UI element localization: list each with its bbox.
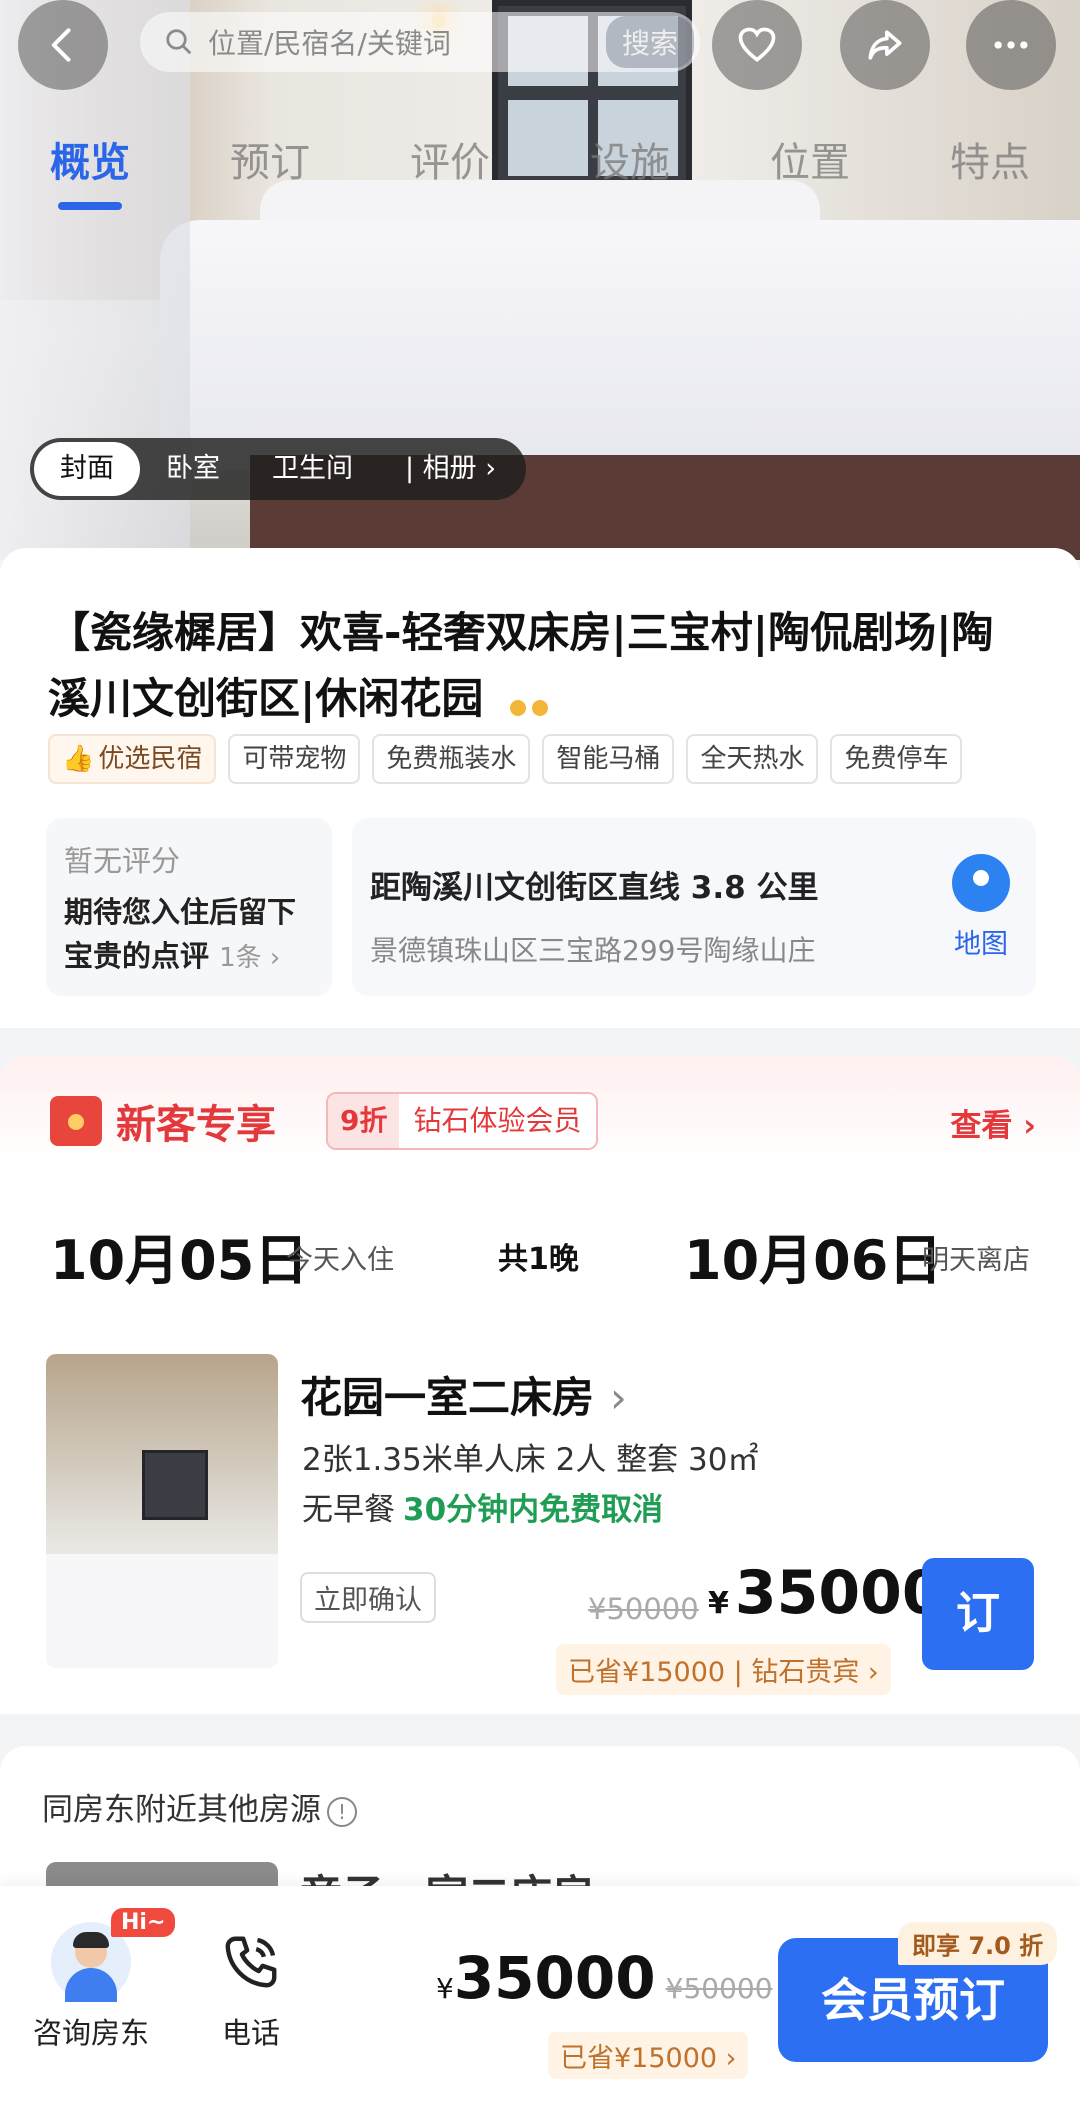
rating-prompt: 期待您入住后留下宝贵的点评 1条 › (64, 890, 314, 980)
tab-location[interactable]: 位置 (720, 130, 900, 210)
review-count[interactable]: 1条 › (219, 943, 280, 973)
map-button[interactable]: 地图 (946, 854, 1016, 961)
bottom-saving[interactable]: 已省¥15000 › (548, 2032, 749, 2079)
rating-dots-icon (509, 669, 554, 735)
favorite-button[interactable] (712, 0, 802, 90)
phone-icon (211, 1922, 291, 2002)
host-avatar-icon: Hi~ (51, 1908, 176, 2002)
bottom-original-price: ¥50000 (665, 1972, 773, 2005)
contact-host-label: 咨询房东 (32, 2016, 149, 2050)
tag-hot-water: 全天热水 (686, 734, 819, 784)
room-cancel-policy: 30分钟内免费取消 (403, 1492, 664, 1528)
map-pin-icon (952, 854, 1010, 912)
checkout-note: 明天离店 (922, 1245, 1030, 1276)
listing-title: 【瓷缘樨居】欢喜-轻奢双床房|三宝村|陶侃剧场|陶溪川文创街区|休闲花园 (48, 600, 1008, 735)
more-button[interactable] (966, 0, 1056, 90)
tab-overview[interactable]: 概览 (0, 130, 180, 210)
promo-card: 新客专享 9折 钻石体验会员 查看 › 10月05日 今天入住 共1晚 10月0… (0, 1056, 1080, 1316)
room-policy: 无早餐 30分钟内免费取消 (302, 1484, 663, 1529)
promo-discount-badge: 9折 钻石体验会员 (326, 1092, 598, 1150)
photo-category-switcher: 封面 卧室 卫生间 | 相册 › (30, 438, 527, 500)
checkout-date[interactable]: 10月06日 (684, 1216, 942, 1295)
location-address: 景德镇珠山区三宝路299号陶缘山庄 (370, 934, 816, 967)
bottom-action-bar: Hi~ 咨询房东 电话 ¥35000 ¥50000 已省¥15000 › 会员预订… (0, 1886, 1080, 2108)
heart-icon (738, 27, 776, 62)
back-button[interactable] (18, 0, 108, 90)
tab-features[interactable]: 特点 (900, 130, 1080, 210)
share-button[interactable] (840, 0, 930, 90)
photo-cat-bathroom[interactable]: 卫生间 (246, 442, 379, 496)
bottom-currency: ¥ (436, 1972, 454, 2005)
map-label: 地图 (954, 929, 1008, 960)
tag-pets: 可带宠物 (228, 734, 361, 784)
room-specs: 2张1.35米单人床 2人 整套 30㎡ (302, 1442, 759, 1478)
photo-cat-bedroom[interactable]: 卧室 (140, 442, 246, 496)
location-distance: 距陶溪川文创街区直线 3.8 公里 (370, 870, 819, 906)
room-original-price: ¥50000 (588, 1592, 699, 1626)
section-tabs: 概览 预订 评价 设施 位置 特点 (0, 130, 1080, 210)
listing-tags: 👍 优选民宿 可带宠物 免费瓶装水 智能马桶 全天热水 免费停车 (48, 734, 963, 784)
listing-info-card: 【瓷缘樨居】欢喜-轻奢双床房|三宝村|陶侃剧场|陶溪川文创街区|休闲花园 👍 优… (0, 548, 1080, 1028)
info-icon[interactable]: ! (327, 1796, 357, 1827)
more-icon (994, 41, 1028, 49)
promo-title: 新客专享 (116, 1102, 276, 1148)
instant-confirm-badge: 立即确认 (300, 1572, 436, 1623)
room-card[interactable]: 花园一室二床房 › 2张1.35米单人床 2人 整套 30㎡ 无早餐 30分钟内免费… (0, 1314, 1080, 1714)
contact-host-button[interactable]: Hi~ 咨询房东 (26, 1908, 176, 2052)
room-price: ¥35000 (708, 1558, 944, 1628)
tag-water: 免费瓶装水 (372, 734, 531, 784)
room-saving[interactable]: 已省¥15000 | 钻石贵宾 › (556, 1644, 891, 1695)
room-name[interactable]: 花园一室二床房 › (300, 1364, 627, 1425)
search-bar[interactable]: 位置/民宿名/关键词 搜索 (140, 12, 700, 72)
search-placeholder: 位置/民宿名/关键词 (208, 27, 451, 60)
photo-cat-album[interactable]: | 相册 › (379, 442, 522, 496)
tab-reviews[interactable]: 评价 (360, 130, 540, 210)
room-currency: ¥ (708, 1586, 729, 1621)
tab-booking[interactable]: 预订 (180, 130, 360, 210)
tag-smart-toilet: 智能马桶 (542, 734, 675, 784)
bottom-price: ¥35000 ¥50000 (436, 1944, 773, 2012)
red-envelope-icon (50, 1096, 102, 1146)
tag-parking: 免费停车 (830, 734, 963, 784)
rating-box[interactable]: 暂无评分 期待您入住后留下宝贵的点评 1条 › (46, 818, 332, 996)
room-book-button[interactable]: 订 (922, 1558, 1034, 1670)
room-thumbnail[interactable] (46, 1354, 278, 1668)
hi-badge: Hi~ (111, 1908, 176, 1937)
top-bar: 位置/民宿名/关键词 搜索 (0, 0, 1080, 110)
location-box[interactable]: 距陶溪川文创街区直线 3.8 公里 景德镇珠山区三宝路299号陶缘山庄 地图 (352, 818, 1036, 996)
back-icon (51, 28, 71, 62)
promo-view-link[interactable]: 查看 › (950, 1100, 1036, 1145)
promo-discount: 9折 (328, 1094, 400, 1148)
bottom-price-value: 35000 (453, 1944, 656, 2012)
phone-label: 电话 (221, 2016, 280, 2050)
checkin-note: 今天入住 (286, 1245, 394, 1276)
other-listings-title: 同房东附近其他房源! (42, 1784, 357, 1829)
promo-member-level: 钻石体验会员 (399, 1094, 596, 1148)
discount-badge: 即享 7.0 折 (898, 1922, 1058, 1965)
phone-button[interactable]: 电话 (196, 1922, 306, 2052)
date-selector[interactable]: 10月05日 今天入住 共1晚 10月06日 明天离店 (50, 1216, 1040, 1292)
room-meal: 无早餐 (302, 1492, 395, 1528)
photo-cat-cover[interactable]: 封面 (34, 442, 140, 496)
room-price-value: 35000 (734, 1558, 944, 1628)
tag-preferred[interactable]: 👍 优选民宿 (48, 734, 217, 784)
chevron-right-icon: › (610, 1373, 627, 1422)
thumbs-up-icon: 👍 (62, 744, 95, 774)
checkin-date[interactable]: 10月05日 (50, 1216, 308, 1295)
hero-photo[interactable]: 位置/民宿名/关键词 搜索 概览 预订 评价 设施 位置 特点 封面 卧室 卫生… (0, 0, 1080, 560)
photo-bed (160, 220, 1080, 470)
tab-facilities[interactable]: 设施 (540, 130, 720, 210)
search-icon (166, 29, 192, 55)
search-button[interactable]: 搜索 (605, 16, 694, 68)
tag-preferred-label: 优选民宿 (98, 744, 203, 774)
rating-status: 暂无评分 (64, 844, 181, 878)
share-icon (868, 30, 902, 60)
other-listings-title-text: 同房东附近其他房源 (42, 1792, 321, 1828)
room-name-text: 花园一室二床房 (300, 1373, 595, 1422)
nights-count: 共1晚 (498, 1242, 579, 1277)
